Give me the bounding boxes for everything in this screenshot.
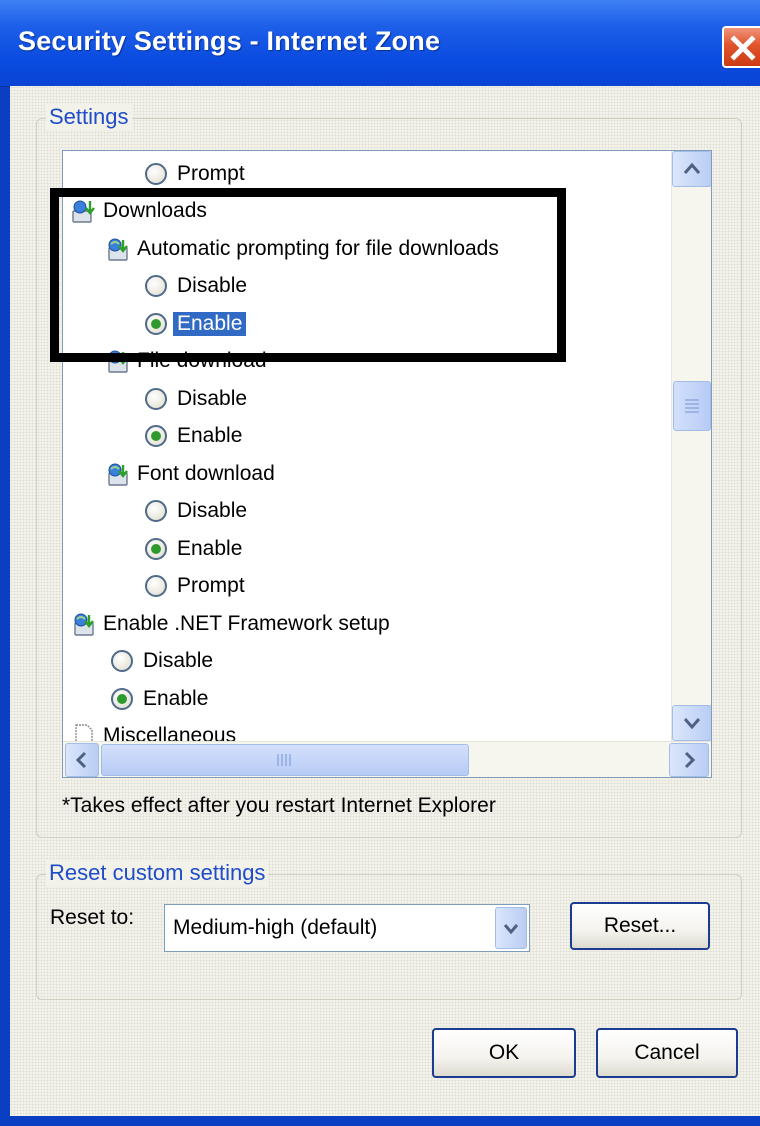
tree-item-label: Disable — [177, 274, 248, 297]
settings-group-label: Settings — [46, 104, 132, 130]
radio-option[interactable]: Disable — [145, 382, 247, 416]
radio-checked[interactable] — [145, 538, 167, 560]
scroll-up-button[interactable] — [672, 151, 711, 187]
tree-item-label: Downloads — [103, 199, 207, 222]
tree-item-label: Enable — [177, 424, 243, 447]
chevron-down-icon — [683, 718, 701, 730]
tree-setting: File download — [105, 344, 267, 378]
grip-icon — [277, 754, 291, 766]
reset-button[interactable]: Reset... — [570, 902, 710, 950]
reset-level-value: Medium-high (default) — [173, 916, 378, 939]
radio-option[interactable]: Enable — [111, 682, 208, 716]
radio-option[interactable]: Enable — [145, 307, 247, 341]
tree-setting: Font download — [105, 457, 275, 491]
tree-item-label: Enable — [173, 312, 247, 336]
setting-icon — [108, 463, 128, 486]
tree-item-label: Prompt — [177, 574, 245, 597]
scroll-right-button[interactable] — [669, 743, 709, 777]
radio-option[interactable]: Disable — [145, 269, 247, 303]
tree-item-label: Miscellaneous — [103, 724, 237, 741]
radio-option[interactable]: Prompt — [145, 157, 245, 191]
chevron-right-icon — [684, 751, 696, 769]
restart-note: *Takes effect after you restart Internet… — [62, 794, 496, 817]
radio-unchecked[interactable] — [111, 650, 133, 672]
scroll-down-button[interactable] — [672, 705, 711, 741]
tree-item-label: Disable — [177, 387, 248, 410]
chevron-up-icon — [683, 162, 701, 174]
radio-checked[interactable] — [145, 425, 167, 447]
reset-to-label: Reset to: — [50, 906, 135, 929]
chevron-left-icon — [75, 751, 87, 769]
window-title: Security Settings - Internet Zone — [18, 26, 441, 56]
radio-unchecked[interactable] — [145, 163, 167, 185]
close-icon — [730, 35, 756, 61]
tree-section: Downloads — [71, 194, 207, 228]
tree-item-label: Font download — [137, 462, 275, 485]
radio-unchecked[interactable] — [145, 575, 167, 597]
setting-icon — [74, 613, 94, 636]
grip-icon — [685, 399, 699, 413]
horizontal-scroll-thumb[interactable] — [101, 744, 469, 776]
page-icon — [75, 724, 93, 741]
vertical-scrollbar[interactable] — [671, 151, 711, 741]
horizontal-scrollbar[interactable] — [63, 741, 711, 777]
window-bottom-frame — [0, 1116, 760, 1126]
setting-icon — [108, 238, 128, 261]
tree-item-label: Automatic prompting for file downloads — [137, 237, 499, 260]
reset-level-select[interactable]: Medium-high (default) — [164, 904, 530, 952]
ok-button[interactable]: OK — [432, 1028, 576, 1078]
tree-item-label: File download — [137, 349, 267, 372]
settings-list[interactable]: Prompt Downloads Automatic prompting for f… — [62, 150, 712, 778]
tree-item-label: Enable — [177, 537, 243, 560]
dropdown-button[interactable] — [495, 907, 527, 949]
tree-item-label: Prompt — [177, 162, 245, 185]
downloads-icon — [72, 200, 95, 223]
radio-option[interactable]: Disable — [111, 644, 213, 678]
vertical-scroll-thumb[interactable] — [673, 381, 711, 431]
scroll-left-button[interactable] — [65, 743, 99, 777]
tree-item-label: Disable — [143, 649, 214, 672]
radio-checked[interactable] — [145, 313, 167, 335]
radio-option[interactable]: Disable — [145, 494, 247, 528]
close-button[interactable] — [722, 26, 760, 68]
radio-option[interactable]: Enable — [145, 419, 242, 453]
tree-section: Miscellaneous — [71, 719, 236, 741]
reset-group-label: Reset custom settings — [46, 860, 269, 886]
chevron-down-icon — [503, 924, 519, 935]
tree-item-label: Enable .NET Framework setup — [103, 612, 390, 635]
radio-unchecked[interactable] — [145, 275, 167, 297]
settings-tree[interactable]: Prompt Downloads Automatic prompting for f… — [63, 151, 671, 741]
tree-item-label: Enable — [143, 687, 209, 710]
radio-option[interactable]: Prompt — [145, 569, 245, 603]
radio-checked[interactable] — [111, 688, 133, 710]
tree-setting: Enable .NET Framework setup — [71, 607, 390, 641]
tree-item-label: Disable — [177, 499, 248, 522]
title-bar[interactable]: Security Settings - Internet Zone — [0, 0, 760, 87]
radio-unchecked[interactable] — [145, 500, 167, 522]
setting-icon — [108, 350, 128, 373]
radio-unchecked[interactable] — [145, 388, 167, 410]
tree-setting: Automatic prompting for file downloads — [105, 232, 499, 266]
cancel-button[interactable]: Cancel — [596, 1028, 738, 1078]
radio-option[interactable]: Enable — [145, 532, 242, 566]
security-settings-window: Security Settings - Internet Zone Settin… — [0, 0, 760, 1126]
